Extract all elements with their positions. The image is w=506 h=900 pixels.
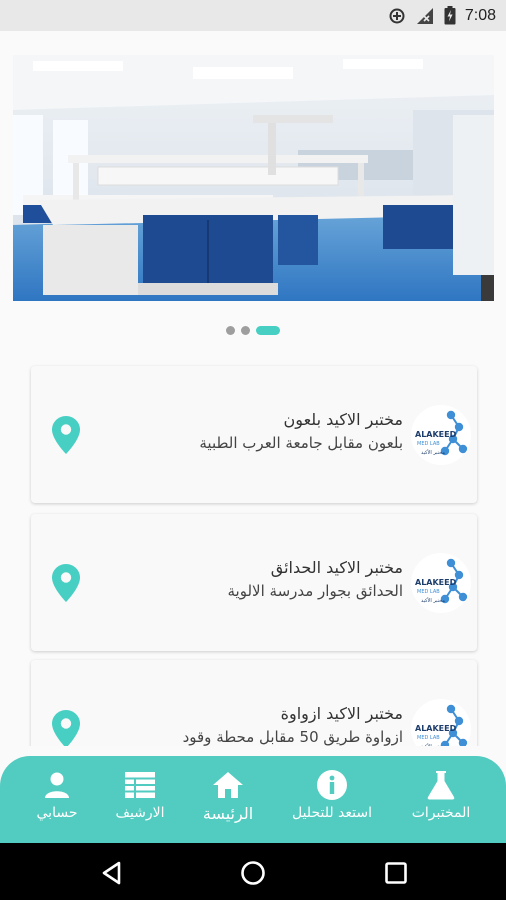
location-pin-icon[interactable] [51,563,81,603]
logo-subtitle: MED LAB [417,589,440,595]
lab-card[interactable]: مختبر الاكيد الحدائق الحدائق بجوار مدرسة… [31,514,477,651]
home-icon [213,772,243,798]
logo-subtitle: MED LAB [417,441,440,447]
home-circle-icon[interactable] [240,860,266,886]
nav-account-label: حسابي [36,805,78,821]
lab-address: ازواوة طريق 50 مقابل محطة وقود [182,728,403,746]
recents-icon[interactable] [383,860,409,886]
archive-grid-icon [125,772,155,798]
lab-address: بلعون مقابل جامعة العرب الطبية [199,434,403,452]
system-navigation-bar [0,843,506,900]
laboratory-benches-photo [13,55,494,301]
logo-title: ALAKEED [415,724,457,733]
nav-archive[interactable]: الارشيف [95,770,185,821]
logo-tagline: مختبر الأكيد [421,597,445,604]
person-icon [45,772,69,798]
location-pin-icon[interactable] [51,709,81,747]
lab-logo: ALAKEED MED LAB مختبر الأكيد [411,552,471,613]
nav-prepare-test[interactable]: استعد للتحليل [287,770,377,821]
carousel-dot-active[interactable] [256,325,280,335]
lab-name: مختبر الاكيد ازواوة [280,704,403,723]
labs-list[interactable]: مختبر الاكيد بلعون بلعون مقابل جامعة الع… [0,360,506,746]
nav-labs-label: المختبرات [411,805,471,821]
flask-icon [427,771,455,800]
nav-prepare-test-label: استعد للتحليل [291,805,373,821]
signal-icon [415,7,435,25]
carousel-dot[interactable] [226,325,235,335]
lab-name: مختبر الاكيد الحدائق [270,558,403,577]
lab-address: الحدائق بجوار مدرسة الالوية [227,582,404,600]
carousel-dot[interactable] [241,325,250,335]
status-bar: 7:08 [0,0,506,31]
status-time: 7:08 [464,6,496,24]
battery-icon [444,6,456,25]
info-icon [317,770,347,800]
lab-logo: ALAKEED MED LAB مختبر الأكيد [411,404,471,465]
logo-tagline: مختبر الأكيد [421,743,445,747]
nav-labs[interactable]: المختبرات [396,770,486,821]
logo-title: ALAKEED [415,578,457,587]
logo-title: ALAKEED [415,430,457,439]
back-icon[interactable] [99,860,125,886]
logo-subtitle: MED LAB [417,735,440,741]
carousel-image[interactable] [13,55,494,301]
carousel-indicator [0,322,506,338]
nav-home[interactable]: الرئيسة [183,770,273,823]
lab-logo: ALAKEED MED LAB مختبر الأكيد [411,698,471,747]
nav-home-label: الرئيسة [202,804,254,823]
logo-tagline: مختبر الأكيد [421,449,445,456]
lab-card[interactable]: مختبر الاكيد بلعون بلعون مقابل جامعة الع… [31,366,477,503]
bottom-navigation: حسابي الارشيف الرئيسة استعد للتحليل المخ… [0,756,506,843]
app-screen: 7:08 مختبر الاكيد بلعون بلعون مقابل جامع… [0,0,506,900]
lab-name: مختبر الاكيد بلعون [283,410,403,429]
data-saver-icon [388,7,406,25]
nav-account[interactable]: حسابي [12,770,102,821]
nav-archive-label: الارشيف [115,805,165,821]
location-pin-icon[interactable] [51,415,81,455]
lab-card[interactable]: مختبر الاكيد ازواوة ازواوة طريق 50 مقابل… [31,660,477,746]
